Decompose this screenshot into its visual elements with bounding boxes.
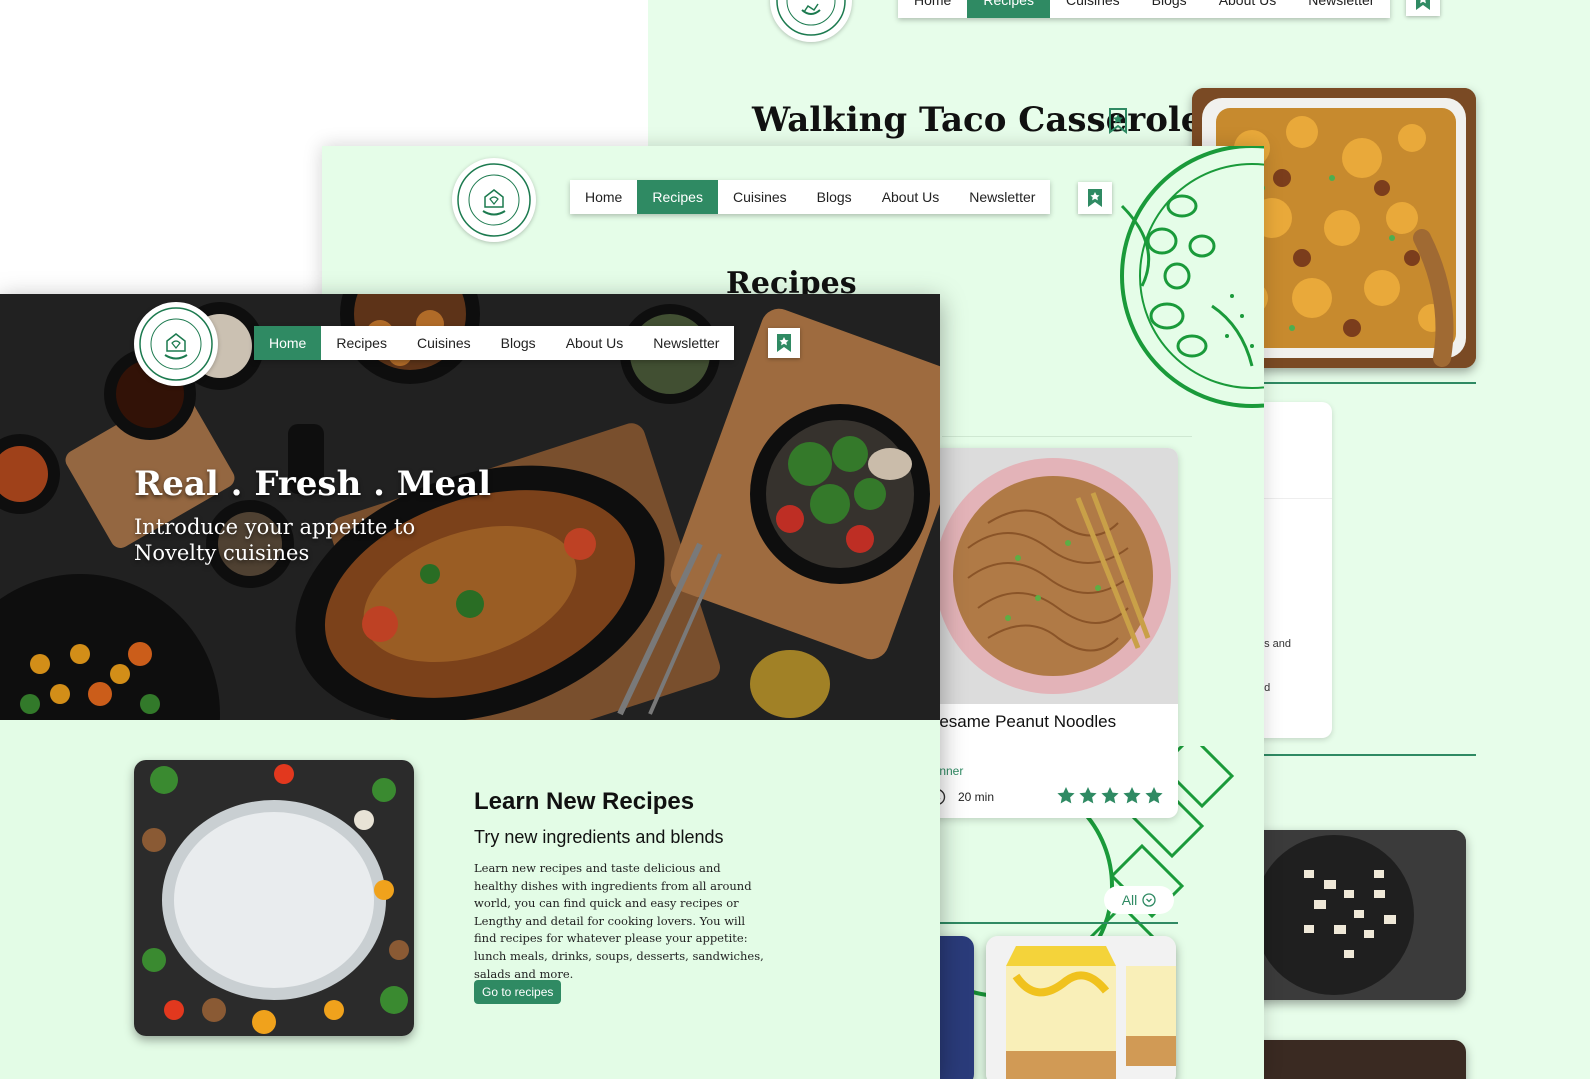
star-icon: [1145, 787, 1163, 804]
section-title: Learn New Recipes: [474, 788, 695, 815]
nav-about[interactable]: About Us: [867, 180, 955, 214]
bookmark-button[interactable]: [1078, 182, 1112, 214]
recipe-card-time: 20 min: [958, 790, 995, 804]
nav-recipes[interactable]: Recipes: [637, 180, 718, 214]
bookmark-star-icon: [1088, 189, 1102, 207]
bookmark-star-icon: [1416, 0, 1430, 10]
nav-newsletter[interactable]: Newsletter: [1292, 0, 1390, 18]
divider: [928, 922, 1178, 924]
nav-about[interactable]: About Us: [551, 326, 639, 360]
star-icon: [1101, 787, 1119, 804]
main-nav: Home Recipes Cuisines Blogs About Us New…: [570, 180, 1051, 214]
nav-newsletter[interactable]: Newsletter: [954, 180, 1050, 214]
hero-subline-1: Introduce your appetite to: [134, 515, 416, 539]
recipe-card-image: [928, 448, 1178, 704]
rating-stars: [1056, 786, 1164, 806]
hero-headline: Real . Fresh . Meal: [134, 464, 492, 504]
chevron-down-icon: [1142, 893, 1156, 907]
nav-cuisines[interactable]: Cuisines: [718, 180, 802, 214]
bookmark-button[interactable]: [768, 328, 800, 358]
nav-newsletter[interactable]: Newsletter: [638, 326, 734, 360]
recipe-title: Walking Taco Casserole: [752, 100, 1203, 140]
star-icon: [1057, 787, 1075, 804]
hero-subline: Introduce your appetite to Novelty cuisi…: [134, 514, 415, 566]
logo-emblem-icon: [776, 0, 846, 36]
logo-emblem-icon: [457, 163, 531, 237]
nav-about[interactable]: About Us: [1203, 0, 1293, 18]
filter-label: All: [1121, 892, 1138, 908]
section-subtitle: Try new ingredients and blends: [474, 827, 724, 847]
divider: [942, 436, 1192, 437]
recipe-card[interactable]: Sesame Peanut Noodles Dinner 20 min: [928, 448, 1178, 818]
home-page: Home Recipes Cuisines Blogs About Us New…: [0, 294, 940, 1079]
section-body: Learn new recipes and taste delicious an…: [474, 861, 764, 981]
hero-subline-2: Novelty cuisines: [134, 541, 310, 565]
nav-blogs[interactable]: Blogs: [1136, 0, 1203, 18]
logo[interactable]: [134, 302, 218, 386]
recipe-bookmark-icon[interactable]: [1108, 108, 1128, 139]
nav-cuisines[interactable]: Cuisines: [402, 326, 486, 360]
divider: [1244, 754, 1476, 756]
section-image: [134, 760, 414, 1036]
recipe-thumb-onions[interactable]: [1244, 830, 1466, 1000]
logo[interactable]: [770, 0, 852, 42]
main-nav: Home Recipes Cuisines Blogs About Us New…: [254, 326, 735, 360]
nav-blogs[interactable]: Blogs: [486, 326, 551, 360]
nav-home[interactable]: Home: [570, 180, 637, 214]
recipe-card-title: Sesame Peanut Noodles: [928, 712, 1117, 731]
bookmark-button[interactable]: [1406, 0, 1440, 16]
nav-home[interactable]: Home: [254, 326, 322, 360]
filter-dropdown[interactable]: All: [1104, 886, 1174, 914]
logo[interactable]: [452, 158, 536, 242]
recipe-thumb-cheesecake[interactable]: [986, 936, 1176, 1079]
star-icon: [1123, 787, 1141, 804]
logo-emblem-icon: [139, 307, 213, 381]
star-icon: [1079, 787, 1097, 804]
hero-banner: Home Recipes Cuisines Blogs About Us New…: [0, 294, 940, 720]
recipe-thumb-partial[interactable]: [1244, 1040, 1466, 1079]
nav-recipes[interactable]: Recipes: [321, 326, 402, 360]
nav-home[interactable]: Home: [898, 0, 967, 18]
bookmark-star-icon: [777, 334, 791, 352]
nav-recipes[interactable]: Recipes: [967, 0, 1050, 18]
nav-blogs[interactable]: Blogs: [802, 180, 867, 214]
nav-cuisines[interactable]: Cuisines: [1050, 0, 1136, 18]
main-nav: Home Recipes Cuisines Blogs About Us New…: [898, 0, 1391, 18]
go-to-recipes-button[interactable]: Go to recipes: [474, 980, 562, 1004]
